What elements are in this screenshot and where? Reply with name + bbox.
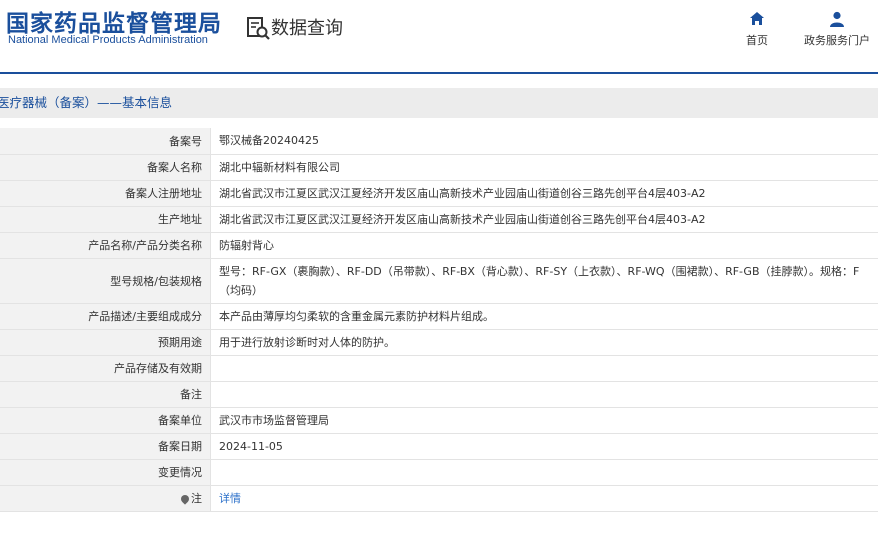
table-row: 备案人注册地址 湖北省武汉市江夏区武汉江夏经济开发区庙山高新技术产业园庙山街道创… xyxy=(0,180,878,207)
note-value-cell: 详情 xyxy=(210,485,878,512)
nav-home-label: 首页 xyxy=(746,34,768,47)
record-detail-table: 备案号 鄂汉械备20240425 备案人名称 湖北中辐新材料有限公司 备案人注册… xyxy=(0,128,878,512)
table-row: 产品描述/主要组成成分 本产品由薄厚均匀柔软的含重金属元素防护材料片组成。 xyxy=(0,303,878,330)
data-query-icon xyxy=(247,17,270,40)
field-value: 湖北省武汉市江夏区武汉江夏经济开发区庙山高新技术产业园庙山街道创谷三路先创平台4… xyxy=(210,180,878,207)
field-value: 本产品由薄厚均匀柔软的含重金属元素防护材料片组成。 xyxy=(210,303,878,330)
table-row: 型号规格/包装规格 型号：RF-GX（裹胸款）、RF-DD（吊带款）、RF-BX… xyxy=(0,258,878,304)
field-label: 产品存储及有效期 xyxy=(0,355,211,382)
field-value: 2024-11-05 xyxy=(210,433,878,460)
table-row: 备案人名称 湖北中辐新材料有限公司 xyxy=(0,154,878,181)
field-label: 产品名称/产品分类名称 xyxy=(0,232,211,259)
field-label: 备案单位 xyxy=(0,407,211,434)
field-label: 备案人注册地址 xyxy=(0,180,211,207)
table-row: 备案号 鄂汉械备20240425 xyxy=(0,128,878,155)
table-row: 备注 xyxy=(0,381,878,408)
field-label: 备案人名称 xyxy=(0,154,211,181)
field-value xyxy=(210,355,878,382)
table-row: 注 详情 xyxy=(0,485,878,512)
field-value: 武汉市市场监督管理局 xyxy=(210,407,878,434)
field-label: 产品描述/主要组成成分 xyxy=(0,303,211,330)
note-icon xyxy=(179,493,191,505)
table-row: 产品存储及有效期 xyxy=(0,355,878,382)
field-label: 预期用途 xyxy=(0,329,211,356)
site-header: 国家药品监督管理局 National Medical Products Admi… xyxy=(0,0,878,72)
field-label: 备案日期 xyxy=(0,433,211,460)
field-label: 生产地址 xyxy=(0,206,211,233)
table-row: 备案单位 武汉市市场监督管理局 xyxy=(0,407,878,434)
field-value: 湖北省武汉市江夏区武汉江夏经济开发区庙山高新技术产业园庙山街道创谷三路先创平台4… xyxy=(210,206,878,233)
logo-title-cn[interactable]: 国家药品监督管理局 xyxy=(6,4,222,38)
field-value: 防辐射背心 xyxy=(210,232,878,259)
table-row: 备案日期 2024-11-05 xyxy=(0,433,878,460)
user-icon xyxy=(830,11,844,27)
field-value: 用于进行放射诊断时对人体的防护。 xyxy=(210,329,878,356)
field-value: 型号：RF-GX（裹胸款）、RF-DD（吊带款）、RF-BX（背心款）、RF-S… xyxy=(210,258,878,304)
page-title: 数据查询 xyxy=(271,18,343,39)
field-value xyxy=(210,381,878,408)
field-value xyxy=(210,459,878,486)
nav-portal-link[interactable]: 政务服务门户 xyxy=(800,10,874,48)
field-label: 注 xyxy=(191,492,202,505)
field-value: 湖北中辐新材料有限公司 xyxy=(210,154,878,181)
note-label-cell: 注 xyxy=(0,485,211,512)
logo-title-en[interactable]: National Medical Products Administration xyxy=(8,34,208,46)
home-icon xyxy=(750,12,764,25)
details-link[interactable]: 详情 xyxy=(219,492,241,505)
field-value: 鄂汉械备20240425 xyxy=(210,128,878,155)
table-row: 预期用途 用于进行放射诊断时对人体的防护。 xyxy=(0,329,878,356)
field-label: 型号规格/包装规格 xyxy=(0,258,211,304)
table-row: 变更情况 xyxy=(0,459,878,486)
section-title: 医疗器械（备案）——基本信息 xyxy=(0,95,173,110)
field-label: 备案号 xyxy=(0,128,211,155)
table-row: 生产地址 湖北省武汉市江夏区武汉江夏经济开发区庙山高新技术产业园庙山街道创谷三路… xyxy=(0,206,878,233)
field-label: 变更情况 xyxy=(0,459,211,486)
nav-portal-label: 政务服务门户 xyxy=(804,34,870,47)
header-divider xyxy=(0,72,878,74)
nav-home-link[interactable]: 首页 xyxy=(740,10,774,48)
table-row: 产品名称/产品分类名称 防辐射背心 xyxy=(0,232,878,259)
field-label: 备注 xyxy=(0,381,211,408)
section-heading: 医疗器械（备案）——基本信息 xyxy=(0,88,878,118)
